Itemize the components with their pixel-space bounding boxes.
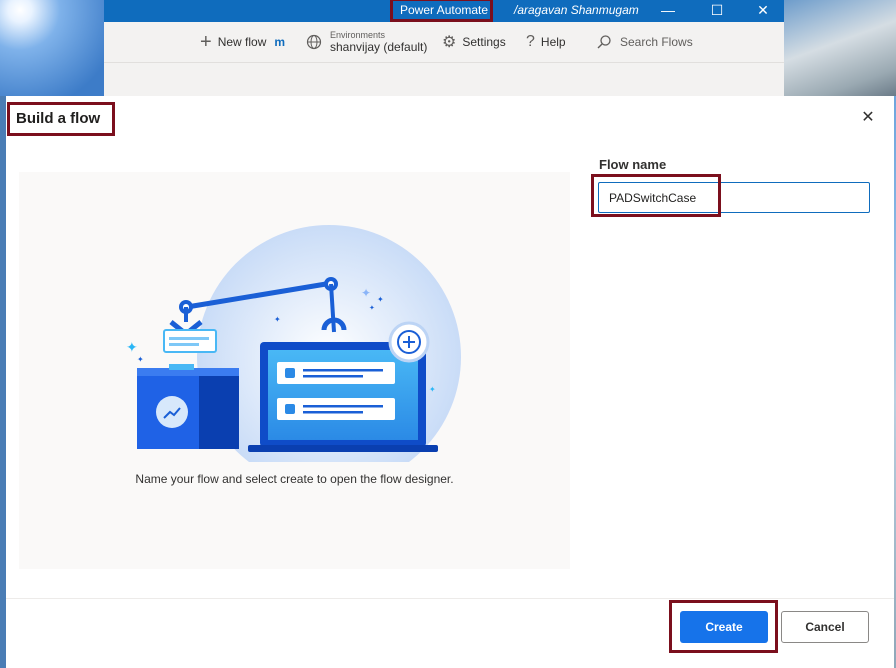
dialog-close-icon[interactable]: ✕ [858, 108, 878, 128]
environments-label: Environments [330, 30, 386, 40]
plus-icon: + [200, 30, 212, 53]
create-highlight-box [669, 600, 778, 653]
globe-icon [306, 34, 322, 50]
user-name: /aragavan Shanmugam [514, 3, 639, 17]
svg-text:✦: ✦ [369, 304, 375, 312]
title-highlight-box [390, 0, 493, 22]
help-label: Help [540, 35, 566, 49]
toolbar: + New flow m Environments shanvijay (def… [104, 22, 784, 63]
new-flow-button[interactable]: + New flow m [200, 22, 285, 62]
minimize-button[interactable]: — [645, 0, 691, 22]
environment-value: shanvijay (default) [330, 40, 428, 54]
svg-text:✦: ✦ [361, 286, 371, 300]
svg-text:✦: ✦ [274, 315, 281, 324]
close-window-button[interactable]: ✕ [740, 0, 786, 22]
search-icon [597, 35, 611, 49]
svg-text:✦: ✦ [137, 355, 144, 364]
new-flow-dropdown-icon[interactable]: m [274, 35, 285, 49]
svg-text:✦: ✦ [429, 385, 436, 394]
search-flows-button[interactable]: Search Flows [596, 22, 693, 62]
build-flow-dialog: Build a flow ✕ ✦ ✦ ✦ ✦ ✦ ✦ ✦ Name your f… [6, 96, 894, 668]
environments-picker[interactable]: Environments shanvijay (default) [306, 22, 427, 62]
illustration-panel: ✦ ✦ ✦ ✦ ✦ ✦ ✦ Name your flow and select … [19, 172, 570, 569]
desktop-wallpaper-right [784, 0, 896, 96]
flow-name-highlight-box [591, 174, 721, 217]
footer-divider [6, 598, 894, 599]
settings-label: Settings [462, 35, 506, 49]
cancel-button[interactable]: Cancel [781, 611, 869, 643]
flow-builder-illustration: ✦ ✦ ✦ ✦ ✦ ✦ ✦ [126, 225, 461, 489]
dialog-title-highlight-box [7, 102, 115, 136]
settings-button[interactable]: ⚙ Settings [442, 22, 506, 62]
svg-text:✦: ✦ [377, 295, 384, 304]
power-automate-window: Power Automate /aragavan Shanmugam — ☐ ✕… [104, 0, 784, 96]
maximize-button[interactable]: ☐ [694, 0, 740, 22]
flow-name-label: Flow name [599, 157, 667, 172]
svg-text:✦: ✦ [126, 340, 138, 356]
desktop-wallpaper-left [0, 0, 104, 96]
illustration-caption: Name your flow and select create to open… [135, 472, 454, 486]
search-flows-label: Search Flows [620, 35, 693, 49]
new-flow-label: New flow [217, 35, 267, 49]
help-icon: ? [526, 33, 535, 50]
gear-icon: ⚙ [442, 34, 457, 51]
help-button[interactable]: ? Help [526, 22, 566, 62]
